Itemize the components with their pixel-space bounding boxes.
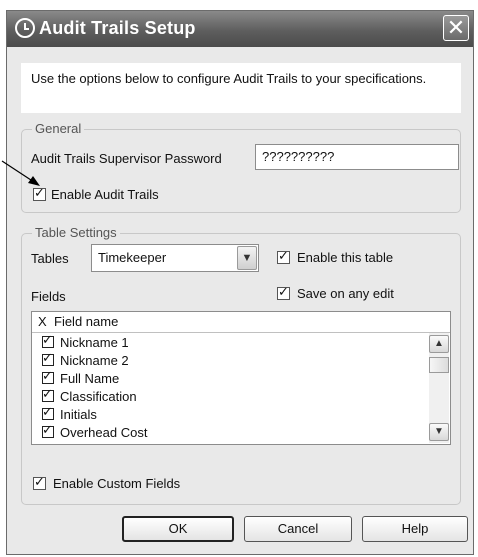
fields-label: Fields <box>31 289 66 304</box>
vertical-scrollbar[interactable]: ▲ ▼ <box>429 333 449 443</box>
tables-dropdown[interactable]: Timekeeper ▼ <box>91 244 259 272</box>
list-item[interactable]: Nickname 1 <box>32 332 412 352</box>
intro-text: Use the options below to configure Audit… <box>21 63 461 113</box>
field-name: Full Name <box>60 371 120 386</box>
enable-this-table-label[interactable]: Enable this table <box>297 250 393 265</box>
field-name: Classification <box>60 389 137 404</box>
password-field[interactable]: ?????????? <box>255 144 459 170</box>
help-button[interactable]: Help <box>362 516 468 542</box>
field-checkbox[interactable] <box>42 332 54 348</box>
list-item[interactable]: Classification <box>32 386 412 406</box>
field-checkbox[interactable] <box>42 404 54 420</box>
scroll-thumb[interactable] <box>429 357 449 373</box>
field-rows: Nickname 1 Nickname 2 Full Name Classifi… <box>32 332 412 442</box>
field-checkbox[interactable] <box>42 368 54 384</box>
header-field-name[interactable]: Field name <box>54 314 118 329</box>
field-checkbox[interactable] <box>42 422 54 438</box>
scroll-down-icon[interactable]: ▼ <box>429 423 449 441</box>
field-checkbox[interactable] <box>42 350 54 366</box>
save-on-any-edit-label[interactable]: Save on any edit <box>297 286 394 301</box>
title-bar: Audit Trails Setup ✕ <box>7 11 473 47</box>
fields-list[interactable]: X Field name Nickname 1 Nickname 2 Full … <box>31 311 451 445</box>
field-name: Nickname 2 <box>60 353 129 368</box>
audit-trails-dialog: Audit Trails Setup ✕ Use the options bel… <box>6 10 474 555</box>
ok-button[interactable]: OK <box>122 516 234 542</box>
field-name: Overhead Cost <box>60 425 148 440</box>
tables-dropdown-value: Timekeeper <box>98 250 167 265</box>
field-checkbox[interactable] <box>42 386 54 402</box>
field-name: Nickname 1 <box>60 335 129 350</box>
save-on-any-edit-checkbox[interactable] <box>277 284 290 300</box>
close-button[interactable]: ✕ <box>443 15 469 41</box>
list-item[interactable]: Overhead Cost <box>32 422 412 442</box>
table-settings-legend: Table Settings <box>32 225 120 240</box>
cancel-button[interactable]: Cancel <box>244 516 352 542</box>
enable-this-table-checkbox[interactable] <box>277 248 290 264</box>
enable-custom-fields-checkbox[interactable] <box>33 474 46 490</box>
chevron-down-icon[interactable]: ▼ <box>237 246 257 270</box>
dialog-title: Audit Trails Setup <box>39 18 196 38</box>
scroll-up-icon[interactable]: ▲ <box>429 335 449 353</box>
list-item[interactable]: Nickname 2 <box>32 350 412 370</box>
tables-label: Tables <box>31 251 69 266</box>
list-header: X Field name <box>32 312 450 333</box>
enable-custom-fields-label[interactable]: Enable Custom Fields <box>53 476 180 491</box>
list-item[interactable]: Full Name <box>32 368 412 388</box>
field-name: Initials <box>60 407 97 422</box>
list-item[interactable]: Initials <box>32 404 412 424</box>
enable-audit-trails-label[interactable]: Enable Audit Trails <box>51 187 159 202</box>
pointer-arrow <box>1 160 40 186</box>
header-x[interactable]: X <box>38 314 47 329</box>
